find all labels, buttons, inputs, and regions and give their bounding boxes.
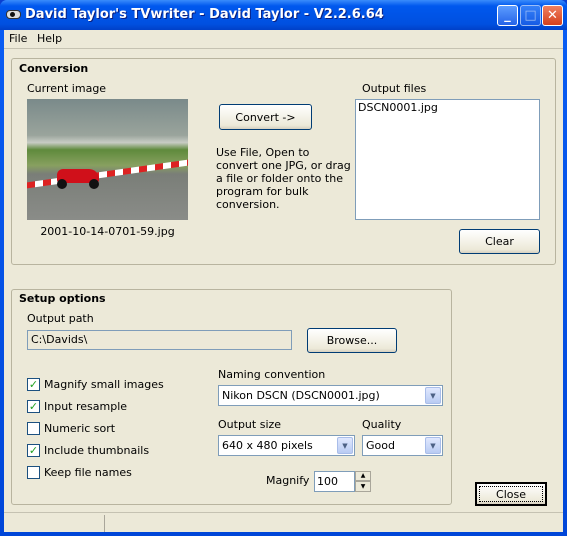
current-image-label: Current image (27, 82, 107, 95)
spin-up-icon[interactable]: ▲ (355, 471, 371, 481)
output-size-label: Output size (218, 418, 282, 431)
naming-convention-value: Nikon DSCN (DSCN0001.jpg) (222, 389, 380, 402)
menu-help[interactable]: Help (37, 32, 62, 45)
checkbox-label[interactable]: Include thumbnails (44, 444, 149, 457)
status-bar (4, 512, 563, 532)
current-image-preview (27, 99, 188, 220)
minimize-button[interactable]: _ (497, 5, 518, 26)
spin-down-icon[interactable]: ▼ (355, 481, 371, 492)
app-icon (6, 10, 21, 19)
magnify-input[interactable]: 100 (314, 471, 355, 492)
client-area: File Help Conversion Current image 2001-… (4, 30, 563, 532)
chevron-down-icon[interactable]: ▼ (425, 387, 441, 404)
output-size-select[interactable]: 640 x 480 pixels ▼ (218, 435, 355, 456)
clear-button[interactable]: Clear (459, 229, 540, 254)
output-path-label: Output path (27, 312, 94, 325)
setup-options-label: Setup options (18, 292, 107, 305)
checkbox-input-resample[interactable]: ✓ (27, 400, 40, 413)
checkbox-label[interactable]: Numeric sort (44, 422, 115, 435)
chevron-down-icon[interactable]: ▼ (337, 437, 353, 454)
close-button[interactable]: Close (475, 482, 547, 506)
quality-value: Good (366, 439, 395, 452)
close-window-button[interactable]: ✕ (542, 5, 563, 26)
output-size-value: 640 x 480 pixels (222, 439, 313, 452)
naming-convention-select[interactable]: Nikon DSCN (DSCN0001.jpg) ▼ (218, 385, 443, 406)
quality-select[interactable]: Good ▼ (362, 435, 443, 456)
naming-convention-label: Naming convention (218, 368, 326, 381)
output-path-field[interactable]: C:\Davids\ (27, 330, 292, 350)
title-bar: David Taylor's TVwriter - David Taylor -… (0, 0, 567, 30)
checkbox-numeric-sort[interactable] (27, 422, 40, 435)
window-title: David Taylor's TVwriter - David Taylor -… (25, 7, 384, 22)
window: David Taylor's TVwriter - David Taylor -… (0, 0, 567, 536)
checkbox-label[interactable]: Keep file names (44, 466, 132, 479)
checkbox-magnify-small-images[interactable]: ✓ (27, 378, 40, 391)
list-item[interactable]: DSCN0001.jpg (358, 101, 537, 114)
chevron-down-icon[interactable]: ▼ (425, 437, 441, 454)
maximize-button[interactable]: □ (520, 5, 541, 26)
instructions-text: Use File, Open to convert one JPG, or dr… (216, 146, 351, 211)
output-files-label: Output files (362, 82, 427, 95)
checkbox-keep-file-names[interactable] (27, 466, 40, 479)
menu-file[interactable]: File (9, 32, 27, 45)
image-caption: 2001-10-14-0701-59.jpg (40, 225, 175, 238)
magnify-label: Magnify (266, 474, 310, 487)
output-files-list[interactable]: DSCN0001.jpg (355, 99, 540, 220)
convert-button[interactable]: Convert -> (219, 104, 312, 130)
quality-label: Quality (362, 418, 402, 431)
conversion-group-label: Conversion (18, 62, 90, 75)
checkbox-include-thumbnails[interactable]: ✓ (27, 444, 40, 457)
status-divider (104, 515, 105, 532)
checkbox-label[interactable]: Input resample (44, 400, 127, 413)
browse-button[interactable]: Browse... (307, 328, 397, 353)
checkbox-label[interactable]: Magnify small images (44, 378, 164, 391)
